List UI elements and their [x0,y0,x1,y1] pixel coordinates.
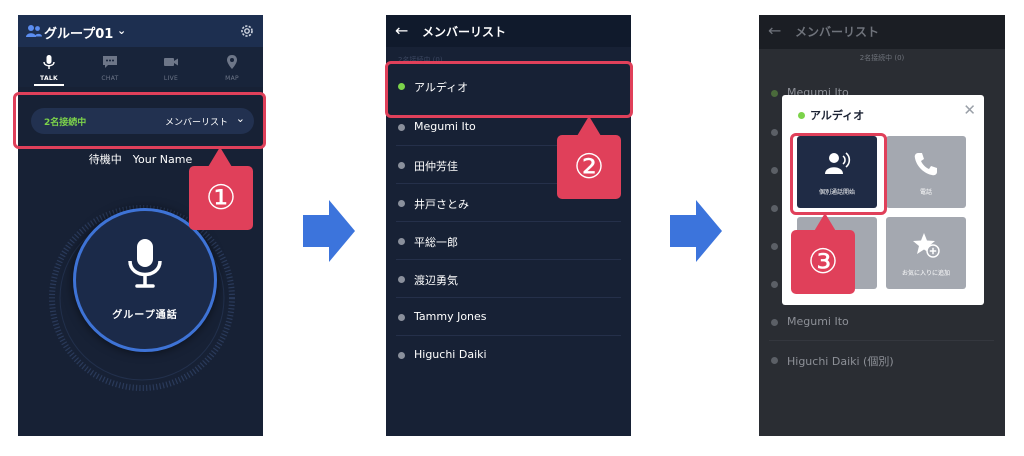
member-row[interactable]: Higuchi Daiki [386,336,631,374]
chevron-down-icon[interactable]: ⌄ [117,24,126,37]
chat-icon [103,56,117,68]
callout-pointer-1 [208,147,232,167]
offline-status-dot [398,314,405,321]
online-status-dot [798,112,805,119]
back-arrow-icon[interactable]: ← [768,21,781,40]
flow-arrow-2 [670,200,722,262]
member-name: Megumi Ito [787,315,849,328]
callout-pointer-2 [577,116,601,136]
offline-status-dot [771,357,778,364]
callout-frame-1 [13,92,266,149]
tab-bar: TALK CHAT LIVE MAP [18,47,263,87]
close-icon[interactable]: ✕ [963,101,976,119]
member-list-header: ← メンバーリスト [759,15,1005,49]
offline-status-dot [771,129,778,136]
member-name: Tammy Jones [414,310,487,323]
tab-label: CHAT [101,75,119,82]
connection-summary: 2名接続中 (0) [859,54,905,62]
offline-status-dot [398,124,405,131]
tab-label: TALK [40,75,58,82]
offline-status-dot [398,352,405,359]
member-name: 渡辺勇気 [414,274,458,287]
video-icon [164,58,178,66]
back-arrow-icon[interactable]: ← [395,21,408,40]
offline-status-dot [771,319,778,326]
tab-label: LIVE [163,75,179,82]
offline-status-dot [771,243,778,250]
gear-icon[interactable] [239,23,255,39]
member-name: 平総一郎 [414,236,458,249]
callout-frame-3 [790,133,887,215]
microphone-icon [128,239,162,288]
member-name: Higuchi Daiki (個別) [787,355,894,368]
tile-label: 電話 [919,189,932,196]
group-icon [26,25,42,37]
page-title: メンバーリスト [422,25,507,39]
offline-status-dot [771,281,778,288]
star-add-icon [913,233,940,258]
member-name: 田仲芳佳 [414,160,458,173]
tab-live[interactable]: LIVE [141,47,201,87]
member-row[interactable]: Higuchi Daiki (個別) [759,341,1005,379]
offline-status-dot [771,205,778,212]
group-call-label: グループ通話 [112,310,178,321]
member-row[interactable]: 渡辺勇気 [386,260,631,298]
member-row[interactable]: 平総一郎 [386,222,631,260]
step-badge-2: ② [557,135,621,199]
member-row[interactable]: Megumi Ito [759,303,1005,341]
member-name: Megumi Ito [414,120,476,133]
offline-status-dot [398,276,405,283]
group-selector[interactable]: グループ01 [44,23,113,42]
active-tab-indicator [34,84,64,86]
step-badge-1: ① [189,166,253,230]
step-badge-3: ③ [791,230,855,294]
page-title: メンバーリスト [795,25,880,39]
offline-status-dot [398,238,405,245]
offline-status-dot [398,200,405,207]
offline-status-dot [771,167,778,174]
phone-button[interactable]: 電話 [886,136,966,208]
tab-talk[interactable]: TALK [19,47,79,87]
online-status-dot [771,90,778,97]
tab-map[interactable]: MAP [202,47,262,87]
member-row[interactable]: Tammy Jones [386,298,631,336]
flow-arrow-1 [303,200,355,262]
member-list-header: ← メンバーリスト [386,15,631,47]
add-favorite-button[interactable]: お気に入りに追加 [886,217,966,289]
member-name: Higuchi Daiki [414,348,487,361]
mic-icon [43,55,55,69]
tab-chat[interactable]: CHAT [80,47,140,87]
tile-label: お気に入りに追加 [901,270,950,277]
dialog-title: アルディオ [810,109,865,122]
offline-status-dot [398,162,405,169]
phone-icon [914,153,937,176]
app-header: グループ01 ⌄ [18,15,263,47]
map-pin-icon [227,55,237,69]
member-name: 井戸さとみ [414,198,469,211]
callout-frame-2 [385,61,633,118]
tab-label: MAP [225,75,239,82]
member-action-screen: ← メンバーリスト 2名接続中 (0) Megumi Ito Megumi It… [759,15,1005,436]
